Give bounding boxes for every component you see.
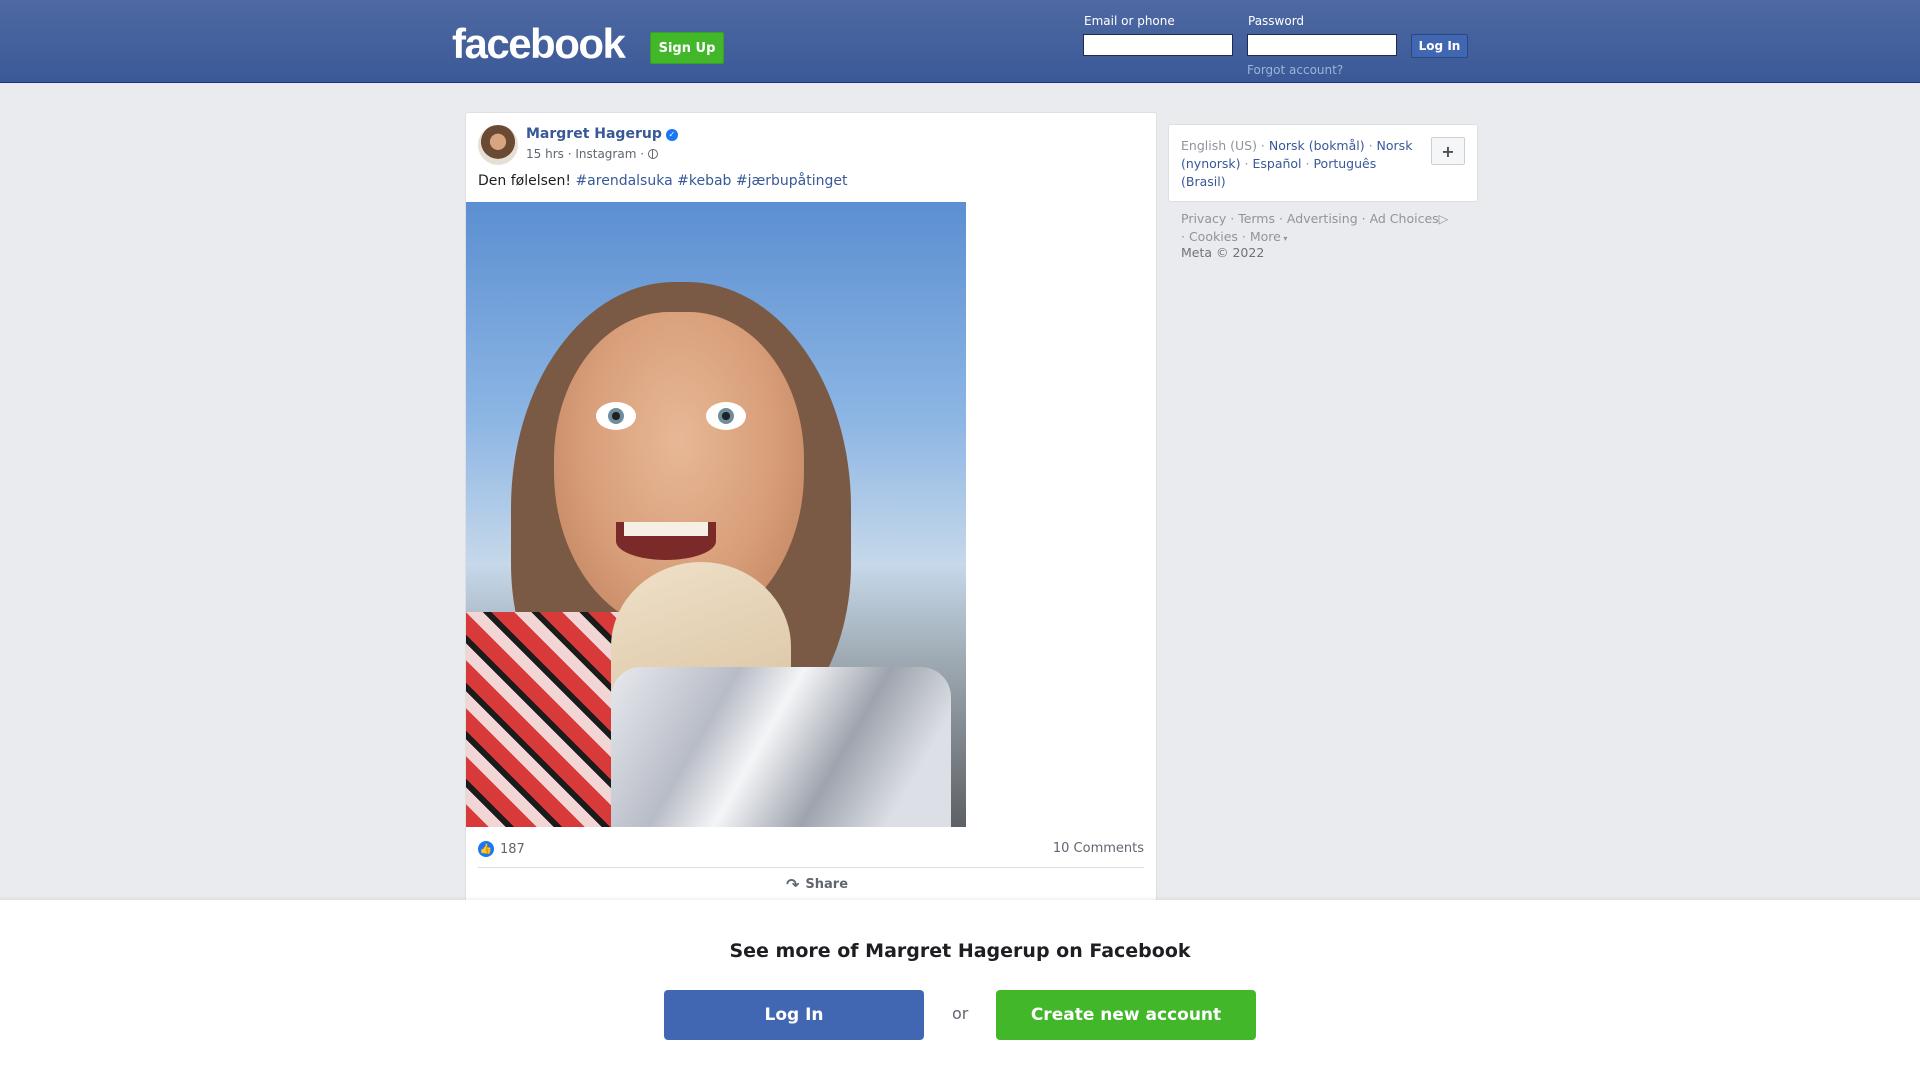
caret-down-icon: ▾: [1280, 234, 1288, 243]
privacy-link[interactable]: Privacy: [1181, 211, 1226, 226]
more-languages-button[interactable]: +: [1431, 137, 1465, 165]
post-photo[interactable]: [466, 202, 966, 827]
overlay-log-in-button[interactable]: Log In: [664, 990, 924, 1040]
top-bar: facebook Sign Up Email or phone Password…: [0, 0, 1920, 83]
password-label: Password: [1248, 14, 1305, 28]
post-source: Instagram: [575, 147, 637, 161]
forgot-account-link[interactable]: Forgot account?: [1247, 63, 1343, 77]
cookies-link[interactable]: Cookies: [1189, 229, 1238, 244]
more-link[interactable]: More: [1250, 229, 1281, 244]
language-link[interactable]: Español: [1252, 156, 1301, 171]
facebook-logo[interactable]: facebook: [452, 20, 626, 68]
log-in-button[interactable]: Log In: [1411, 34, 1468, 58]
verified-badge-icon: ✓: [665, 128, 678, 141]
language-link[interactable]: Norsk (bokmål): [1269, 138, 1365, 153]
post-author: Margret Hagerup ✓: [526, 126, 678, 142]
hashtag-link[interactable]: #jærbupåtinget: [736, 173, 848, 189]
hashtag-link[interactable]: #kebab: [677, 173, 731, 189]
avatar[interactable]: [478, 125, 518, 165]
post-text: Den følelsen! #arendalsuka #kebab #jærbu…: [478, 173, 847, 189]
globe-icon: [647, 149, 658, 159]
email-field[interactable]: [1083, 34, 1233, 56]
ad-choices-icon: ▷: [1438, 211, 1449, 226]
language-list: English (US) · Norsk (bokmål) · Norsk (n…: [1181, 138, 1413, 189]
ad-choices-link[interactable]: Ad Choices: [1370, 211, 1439, 226]
like-icon: 👍: [478, 841, 494, 857]
post-card: Margret Hagerup ✓ 15 hrs · Instagram · De…: [465, 112, 1157, 902]
overlay-title: See more of Margret Hagerup on Facebook: [729, 940, 1191, 962]
divider: [478, 867, 1144, 868]
terms-link[interactable]: Terms: [1238, 211, 1275, 226]
current-language: English (US): [1181, 138, 1257, 153]
footer-links: Privacy · Terms · Advertising · Ad Choic…: [1181, 211, 1449, 244]
post-time-link[interactable]: 15 hrs: [526, 147, 564, 161]
or-label: or: [952, 1004, 969, 1023]
create-account-button[interactable]: Create new account: [996, 990, 1256, 1040]
email-label: Email or phone: [1084, 14, 1175, 28]
share-button[interactable]: ↷ Share: [786, 875, 848, 894]
copyright: Meta © 2022: [1181, 245, 1265, 260]
hashtag-link[interactable]: #arendalsuka: [575, 173, 672, 189]
post-caption: Den følelsen!: [478, 173, 571, 189]
advertising-link[interactable]: Advertising: [1287, 211, 1358, 226]
comments-link[interactable]: 10 Comments: [1053, 841, 1144, 856]
share-label: Share: [805, 877, 849, 892]
like-count: 187: [500, 841, 525, 857]
post-meta: 15 hrs · Instagram ·: [526, 147, 658, 161]
sign-up-button[interactable]: Sign Up: [650, 32, 724, 64]
password-field[interactable]: [1247, 34, 1397, 56]
reaction-count[interactable]: 👍 187: [478, 841, 525, 857]
language-selector: English (US) · Norsk (bokmål) · Norsk (n…: [1168, 124, 1478, 202]
author-link[interactable]: Margret Hagerup: [526, 126, 662, 142]
share-icon: ↷: [786, 875, 800, 894]
login-prompt-overlay: See more of Margret Hagerup on Facebook …: [0, 900, 1920, 1080]
